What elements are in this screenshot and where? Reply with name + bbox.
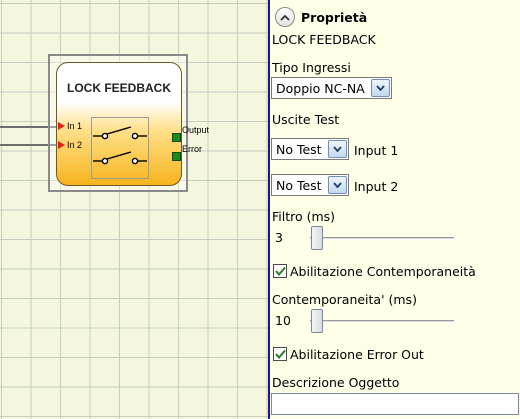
simultaneity-checkbox[interactable]	[273, 264, 287, 278]
input-type-dropdown-button[interactable]	[371, 79, 390, 97]
simultaneity-label: Contemporaneita' (ms)	[272, 292, 417, 307]
input-pin-1-label: In 1	[67, 121, 83, 131]
chevron-down-icon	[333, 146, 342, 152]
switch-contacts-icon	[93, 126, 147, 165]
collapse-button[interactable]	[275, 7, 295, 27]
test-output-2-value: No Test	[276, 177, 322, 193]
description-label: Descrizione Oggetto	[272, 375, 400, 390]
description-input[interactable]	[271, 393, 519, 415]
test-output-1-value: No Test	[276, 141, 322, 157]
simultaneity-value: 10	[275, 313, 291, 328]
chevron-down-icon	[333, 182, 342, 188]
simultaneity-checkbox-label[interactable]: Abilitazione Contemporaneità	[290, 264, 476, 279]
filter-slider-thumb[interactable]	[311, 226, 323, 250]
block-title: LOCK FEEDBACK	[67, 81, 171, 95]
test-output-2-label: Input 2	[354, 179, 399, 194]
schematic-canvas[interactable]: LOCK FEEDBACK In 1 In 2 Output Error	[0, 0, 268, 419]
filter-value: 3	[275, 230, 283, 245]
test-output-2-select[interactable]: No Test	[271, 174, 349, 196]
input-type-value: Doppio NC-NA	[276, 80, 365, 96]
test-output-1-select[interactable]: No Test	[271, 138, 349, 160]
test-output-2-dropdown-button[interactable]	[328, 176, 347, 194]
test-output-1-dropdown-button[interactable]	[328, 140, 347, 158]
input-type-select[interactable]: Doppio NC-NA	[271, 77, 392, 99]
properties-panel: Proprietà LOCK FEEDBACK Tipo Ingressi Do…	[270, 0, 520, 419]
input-type-label: Tipo Ingressi	[272, 60, 351, 75]
input-pin-2-label: In 2	[67, 140, 83, 150]
check-icon	[274, 349, 286, 359]
filter-slider-track[interactable]	[310, 237, 454, 240]
panel-heading: Proprietà	[301, 10, 368, 25]
input-pin-2-icon[interactable]	[58, 141, 65, 149]
chevron-up-icon	[280, 14, 290, 21]
check-icon	[274, 266, 286, 276]
object-name: LOCK FEEDBACK	[272, 32, 376, 47]
output-pin-icon[interactable]	[172, 133, 181, 142]
simultaneity-slider-thumb[interactable]	[311, 309, 323, 333]
chevron-down-icon	[376, 85, 385, 91]
error-out-checkbox-label[interactable]: Abilitazione Error Out	[290, 347, 424, 362]
error-pin-icon[interactable]	[172, 152, 181, 161]
error-pin-label: Error	[182, 144, 202, 154]
simultaneity-slider-track[interactable]	[310, 320, 454, 323]
output-pin-label: Output	[182, 125, 210, 135]
input-pin-1-icon[interactable]	[58, 122, 65, 130]
test-output-1-label: Input 1	[354, 143, 399, 158]
error-out-checkbox[interactable]	[273, 347, 287, 361]
test-outputs-label: Uscite Test	[272, 112, 340, 127]
filter-label: Filtro (ms)	[272, 209, 336, 224]
